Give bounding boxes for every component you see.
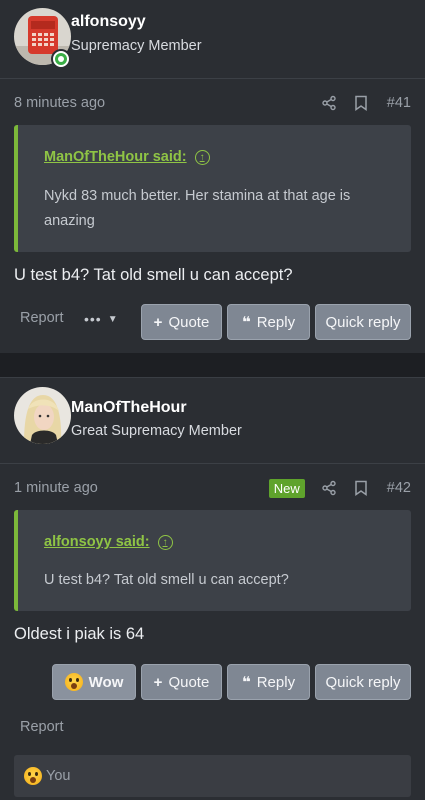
quick-reply-label: Quick reply [325, 673, 401, 691]
quote-button-label: Quote [168, 673, 210, 691]
username[interactable]: alfonsoyy [71, 13, 146, 31]
divider [0, 78, 425, 79]
quick-reply-label: Quick reply [325, 313, 401, 331]
wow-emoji-icon [24, 767, 42, 785]
avatar[interactable] [14, 8, 71, 69]
post-message: U test b4? Tat old smell u can accept? [14, 266, 293, 284]
quote-button[interactable]: + Quote [141, 664, 222, 700]
online-status-icon [51, 49, 71, 69]
share-icon[interactable] [313, 92, 345, 114]
quote-marks-icon: ❝ [241, 674, 251, 691]
post-42: ManOfTheHour Great Supremacy Member 1 mi… [0, 379, 425, 800]
jump-to-quote-icon[interactable]: ↑ [194, 149, 210, 165]
user-title: Supremacy Member [71, 38, 202, 54]
quote-button[interactable]: + Quote [141, 304, 222, 340]
quote-marks-icon: ❝ [241, 314, 251, 331]
reactions-text[interactable]: You [46, 768, 70, 784]
post-actions: #41 [313, 92, 411, 114]
reply-button[interactable]: ❝ Reply [227, 664, 310, 700]
quote-author-label[interactable]: ManOfTheHour said: [44, 149, 187, 165]
user-block [14, 8, 71, 69]
wow-label: Wow [88, 673, 124, 691]
more-options-icon[interactable]: ••• ▼ [84, 311, 119, 327]
post-number[interactable]: #42 [387, 480, 411, 496]
new-badge: New [268, 478, 305, 498]
user-block [14, 387, 71, 444]
jump-to-quote-icon[interactable]: ↑ [157, 534, 173, 550]
reply-button[interactable]: ❝ Reply [227, 304, 310, 340]
quote-text: Nykd 83 much better. Her stamina at that… [44, 188, 351, 229]
reactions-bar[interactable]: You [14, 755, 411, 797]
user-title: Great Supremacy Member [71, 423, 242, 439]
plus-icon: + [153, 313, 163, 331]
post-actions: New #42 [268, 477, 411, 499]
post-separator [0, 353, 425, 378]
reply-button-label: Reply [256, 313, 296, 331]
quote-author[interactable]: ManOfTheHour said: ↑ [44, 149, 210, 165]
post-number[interactable]: #41 [387, 95, 411, 111]
quick-reply-button[interactable]: Quick reply [315, 304, 411, 340]
avatar[interactable] [14, 387, 71, 444]
post-time[interactable]: 8 minutes ago [14, 95, 105, 111]
wow-emoji-icon [64, 673, 83, 691]
wow-reaction-button[interactable]: Wow [52, 664, 136, 700]
quote-author-label[interactable]: alfonsoyy said: [44, 534, 150, 550]
post-41: alfonsoyy Supremacy Member 8 minutes ago… [0, 0, 425, 353]
bookmark-icon[interactable] [345, 92, 377, 114]
report-link[interactable]: Report [20, 310, 64, 326]
quote-button-label: Quote [168, 313, 210, 331]
post-message: Oldest i piak is 64 [14, 625, 145, 643]
quote-block [14, 510, 411, 611]
quote-author[interactable]: alfonsoyy said: ↑ [44, 534, 173, 550]
share-icon[interactable] [313, 477, 345, 499]
plus-icon: + [153, 673, 163, 691]
report-link[interactable]: Report [20, 719, 64, 735]
post-time[interactable]: 1 minute ago [14, 480, 98, 496]
bookmark-icon[interactable] [345, 477, 377, 499]
quote-text: U test b4? Tat old smell u can accept? [44, 572, 289, 588]
quick-reply-button[interactable]: Quick reply [315, 664, 411, 700]
username[interactable]: ManOfTheHour [71, 399, 187, 417]
reply-button-label: Reply [256, 673, 296, 691]
divider [0, 463, 425, 464]
